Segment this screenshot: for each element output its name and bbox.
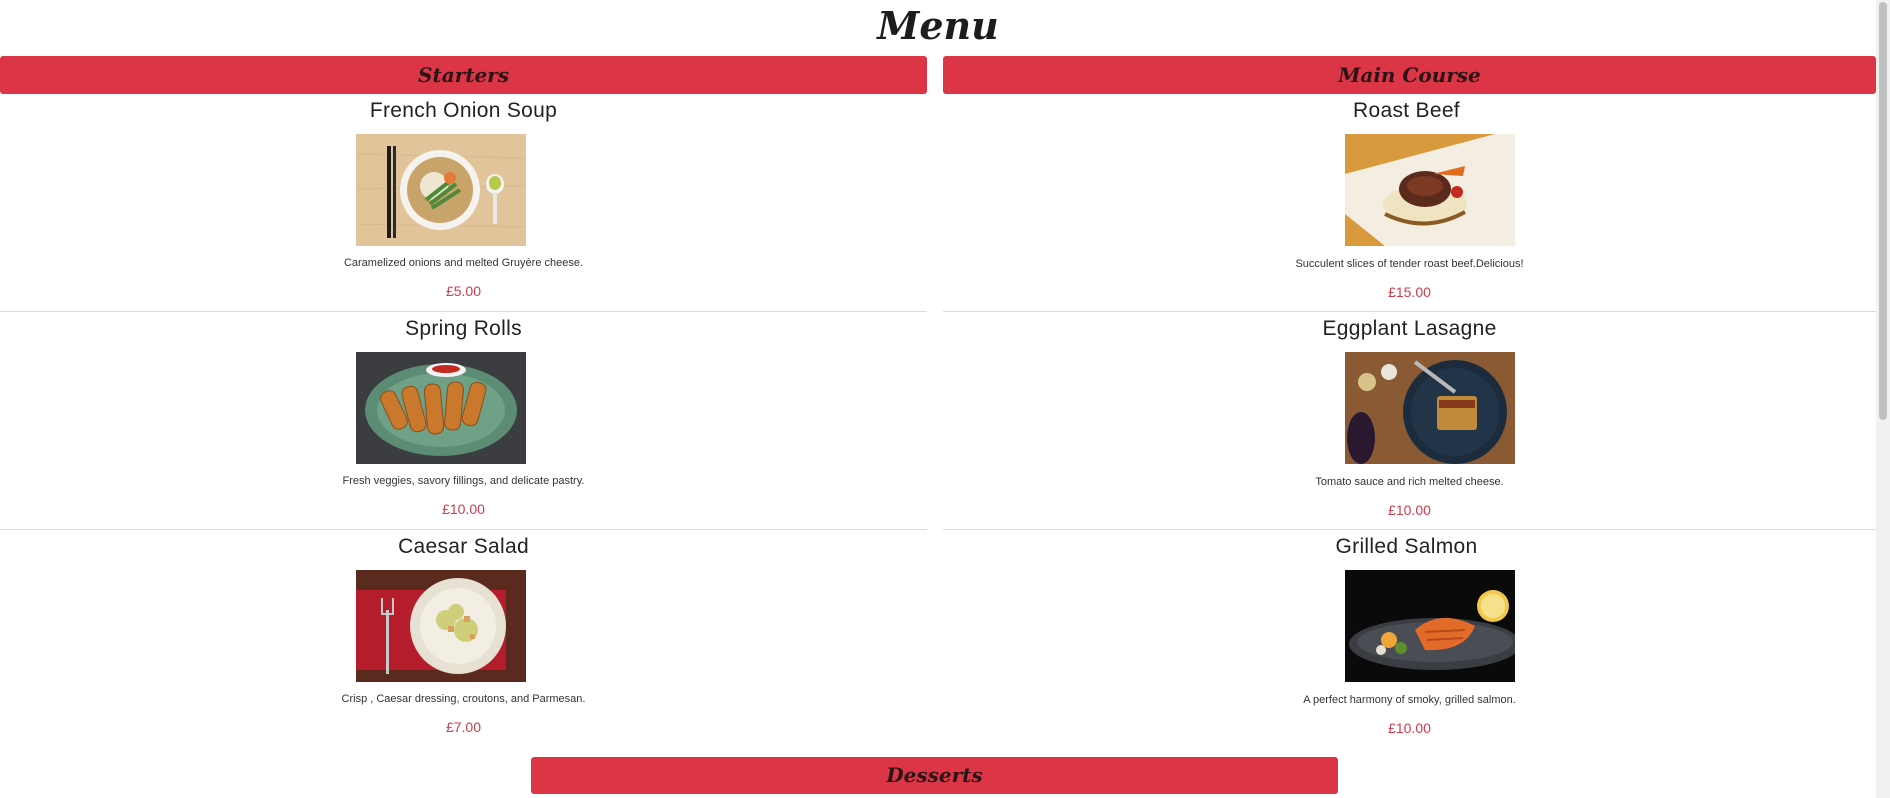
eggplant-lasagne-dish-photo	[1345, 352, 1515, 464]
item-price: £10.00	[1388, 720, 1431, 736]
item-price: £15.00	[1388, 284, 1431, 300]
item-name: Grilled Salmon	[1335, 535, 1478, 558]
starters-column: French Onion Soup Caramelized onions and…	[0, 94, 927, 747]
item-name: Eggplant Lasagne	[1322, 317, 1497, 340]
item-name: Caesar Salad	[398, 535, 529, 558]
bowl-of-noodle-soup-photo	[356, 134, 526, 246]
main-course-column: Roast Beef Succulent slices of tender ro…	[943, 94, 1876, 747]
plate-of-caesar-salad-photo	[356, 570, 526, 682]
menu-item-eggplant-lasagne[interactable]: Eggplant Lasagne Tomato sauce and rich m…	[943, 312, 1876, 530]
item-price: £10.00	[442, 501, 485, 517]
item-name: Spring Rolls	[405, 317, 522, 340]
plate-of-spring-rolls-photo	[356, 352, 526, 464]
menu-item-grilled-salmon[interactable]: Grilled Salmon A perfect harmony of smok…	[943, 530, 1876, 747]
item-description: A perfect harmony of smoky, grilled salm…	[1303, 694, 1516, 706]
plated-roast-beef-photo	[1345, 134, 1515, 246]
item-description: Fresh veggies, savory fillings, and deli…	[342, 475, 585, 487]
grilled-salmon-plate-photo	[1345, 570, 1515, 682]
menu-item-caesar-salad[interactable]: Caesar Salad Crisp , Caesar dressing, cr…	[0, 530, 927, 747]
item-price: £10.00	[1388, 502, 1431, 518]
item-description: Tomato sauce and rich melted cheese.	[1315, 476, 1504, 488]
page-scrollbar[interactable]	[1876, 0, 1890, 798]
item-name: Roast Beef	[1353, 99, 1460, 122]
section-title-desserts: Desserts	[886, 763, 983, 787]
page-title: Menu	[877, 3, 999, 48]
section-header-starters: Starters	[0, 56, 927, 94]
menu-item-roast-beef[interactable]: Roast Beef Succulent slices of tender ro…	[943, 94, 1876, 312]
item-description: Crisp , Caesar dressing, croutons, and P…	[341, 693, 586, 705]
menu-item-spring-rolls[interactable]: Spring Rolls Fresh veggies, savory filli…	[0, 312, 927, 530]
menu-item-french-onion-soup[interactable]: French Onion Soup Caramelized onions and…	[0, 94, 927, 312]
section-title-starters: Starters	[418, 63, 509, 87]
item-name: French Onion Soup	[369, 99, 558, 122]
scrollbar-thumb[interactable]	[1879, 2, 1887, 420]
item-description: Caramelized onions and melted Gruyère ch…	[343, 257, 584, 269]
item-price: £7.00	[445, 719, 482, 735]
item-description: Succulent slices of tender roast beef.De…	[1295, 258, 1524, 270]
item-price: £5.00	[445, 283, 482, 299]
section-header-main-course: Main Course	[943, 56, 1876, 94]
section-title-main-course: Main Course	[1338, 63, 1481, 87]
section-header-desserts: Desserts	[531, 757, 1338, 794]
